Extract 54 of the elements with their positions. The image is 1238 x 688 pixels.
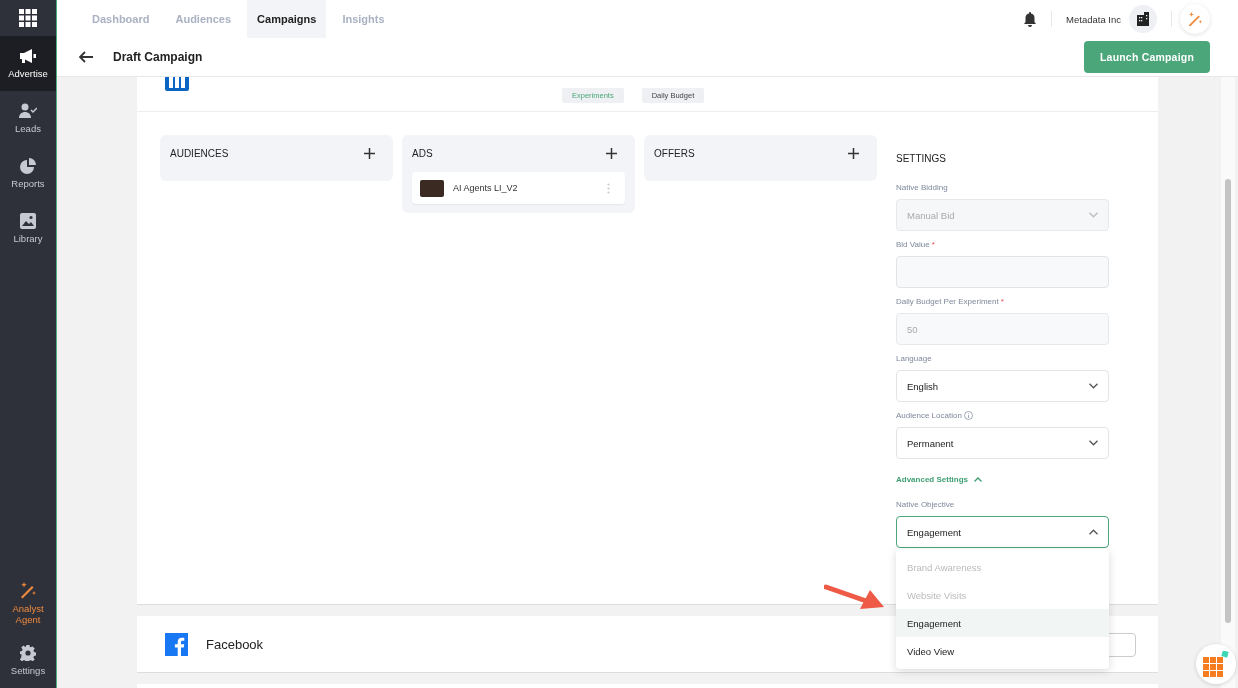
person-check-icon — [19, 102, 37, 119]
field-label: Native Objective — [896, 500, 955, 509]
sidebar-item[interactable]: Settings — [0, 633, 56, 688]
required-mark: * — [931, 240, 935, 249]
sidebar-item[interactable]: Library — [0, 201, 56, 256]
megaphone-icon — [19, 47, 37, 64]
field-label: Bid Value — [896, 240, 930, 249]
select-field[interactable]: English — [896, 370, 1109, 402]
ad-thumbnail — [420, 179, 444, 197]
account-name: Metadata Inc — [1066, 13, 1121, 25]
field-label: Language — [896, 354, 932, 363]
image-icon — [20, 212, 36, 229]
section-title: ADS — [412, 148, 433, 159]
grid-icon — [1203, 651, 1229, 677]
chevron-icon — [1089, 529, 1098, 535]
add-icon[interactable] — [848, 148, 859, 159]
page-title: Draft Campaign — [113, 50, 203, 64]
organization-button[interactable] — [1129, 5, 1157, 33]
add-icon[interactable] — [606, 148, 617, 159]
dropdown-option[interactable]: Engagement — [896, 609, 1109, 637]
settings-title: SETTINGS — [896, 151, 947, 166]
scrollbar[interactable] — [1221, 77, 1235, 688]
nav-tab[interactable]: Campaigns — [247, 0, 327, 38]
magic-wand-icon — [1187, 11, 1203, 27]
sidebar-item[interactable]: Leads — [0, 91, 56, 146]
building-icon — [1136, 12, 1150, 26]
input-field[interactable] — [896, 256, 1109, 288]
field-label: Audience Location — [896, 411, 962, 420]
required-mark: * — [1000, 297, 1004, 306]
sidebar-item[interactable]: Reports — [0, 146, 56, 201]
chevron-down-icon — [1089, 440, 1098, 446]
apps-launcher-button[interactable] — [1196, 644, 1236, 684]
magic-wand-icon — [19, 581, 37, 600]
grid-icon — [19, 9, 37, 27]
field-label: Native Bidding — [896, 183, 948, 192]
pointer-arrow — [824, 583, 886, 611]
chevron-icon — [974, 477, 982, 482]
chevron-down-icon — [1089, 383, 1098, 389]
section-title: AUDIENCES — [170, 148, 229, 159]
select-field[interactable]: Permanent — [896, 427, 1109, 459]
facebook-logo-icon — [165, 632, 188, 656]
chevron-down-icon — [1089, 212, 1098, 218]
sidebar-item[interactable]: Analyst Agent — [0, 573, 56, 633]
pie-chart-icon — [20, 157, 36, 174]
sidebar-item[interactable]: Advertise — [0, 36, 56, 91]
field-label: Daily Budget Per Experiment — [896, 297, 999, 306]
notification-bell-icon[interactable] — [1023, 11, 1038, 27]
section-title: OFFERS — [654, 148, 695, 159]
add-icon[interactable] — [364, 148, 375, 159]
platform-name: Facebook — [206, 636, 264, 652]
ad-item[interactable]: AI Agents LI_V2 — [412, 172, 625, 204]
dropdown-option[interactable]: Video View — [896, 637, 1109, 665]
back-arrow-icon[interactable] — [79, 51, 93, 63]
settings-icon — [20, 644, 36, 661]
